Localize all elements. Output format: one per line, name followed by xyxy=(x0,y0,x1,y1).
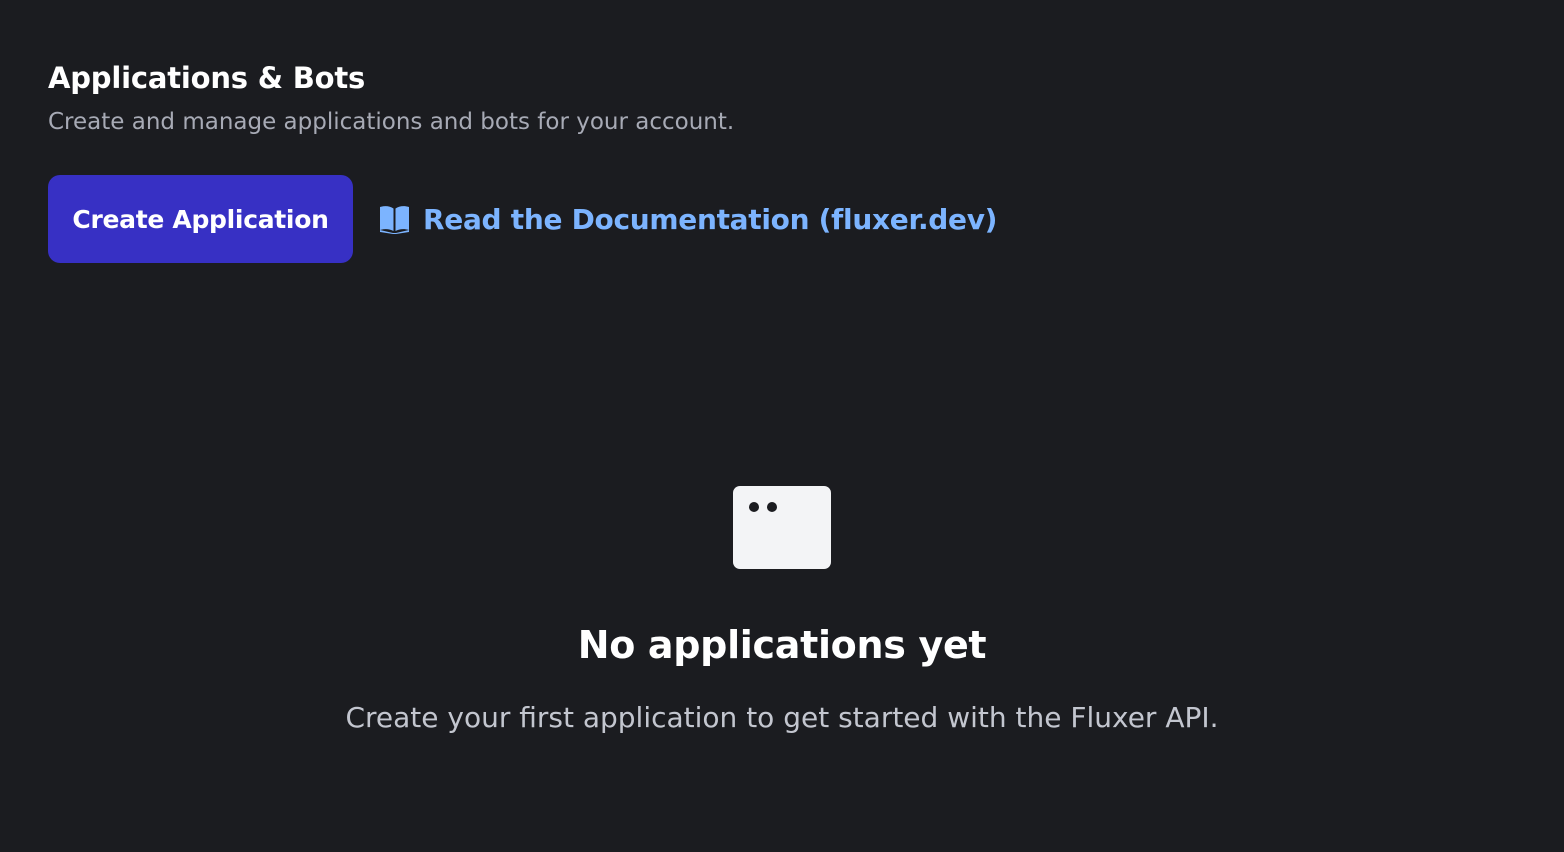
page-title: Applications & Bots xyxy=(48,61,366,95)
create-application-button[interactable]: Create Application xyxy=(48,175,353,263)
empty-state: No applications yet Create your first ap… xyxy=(0,486,1564,738)
documentation-link[interactable]: Read the Documentation (fluxer.dev) xyxy=(378,203,997,236)
page-subtitle: Create and manage applications and bots … xyxy=(48,109,735,135)
book-open-icon xyxy=(378,204,411,234)
app-window-icon xyxy=(733,486,831,569)
empty-state-description: Create your first application to get sta… xyxy=(345,701,1219,734)
page-header: Applications & Bots Create and manage ap… xyxy=(48,58,734,138)
action-bar: Create Application Read the Documentatio… xyxy=(48,175,997,263)
empty-state-title: No applications yet xyxy=(577,623,987,667)
applications-page: Applications & Bots Create and manage ap… xyxy=(0,0,1564,852)
documentation-link-label: Read the Documentation (fluxer.dev) xyxy=(423,202,998,236)
